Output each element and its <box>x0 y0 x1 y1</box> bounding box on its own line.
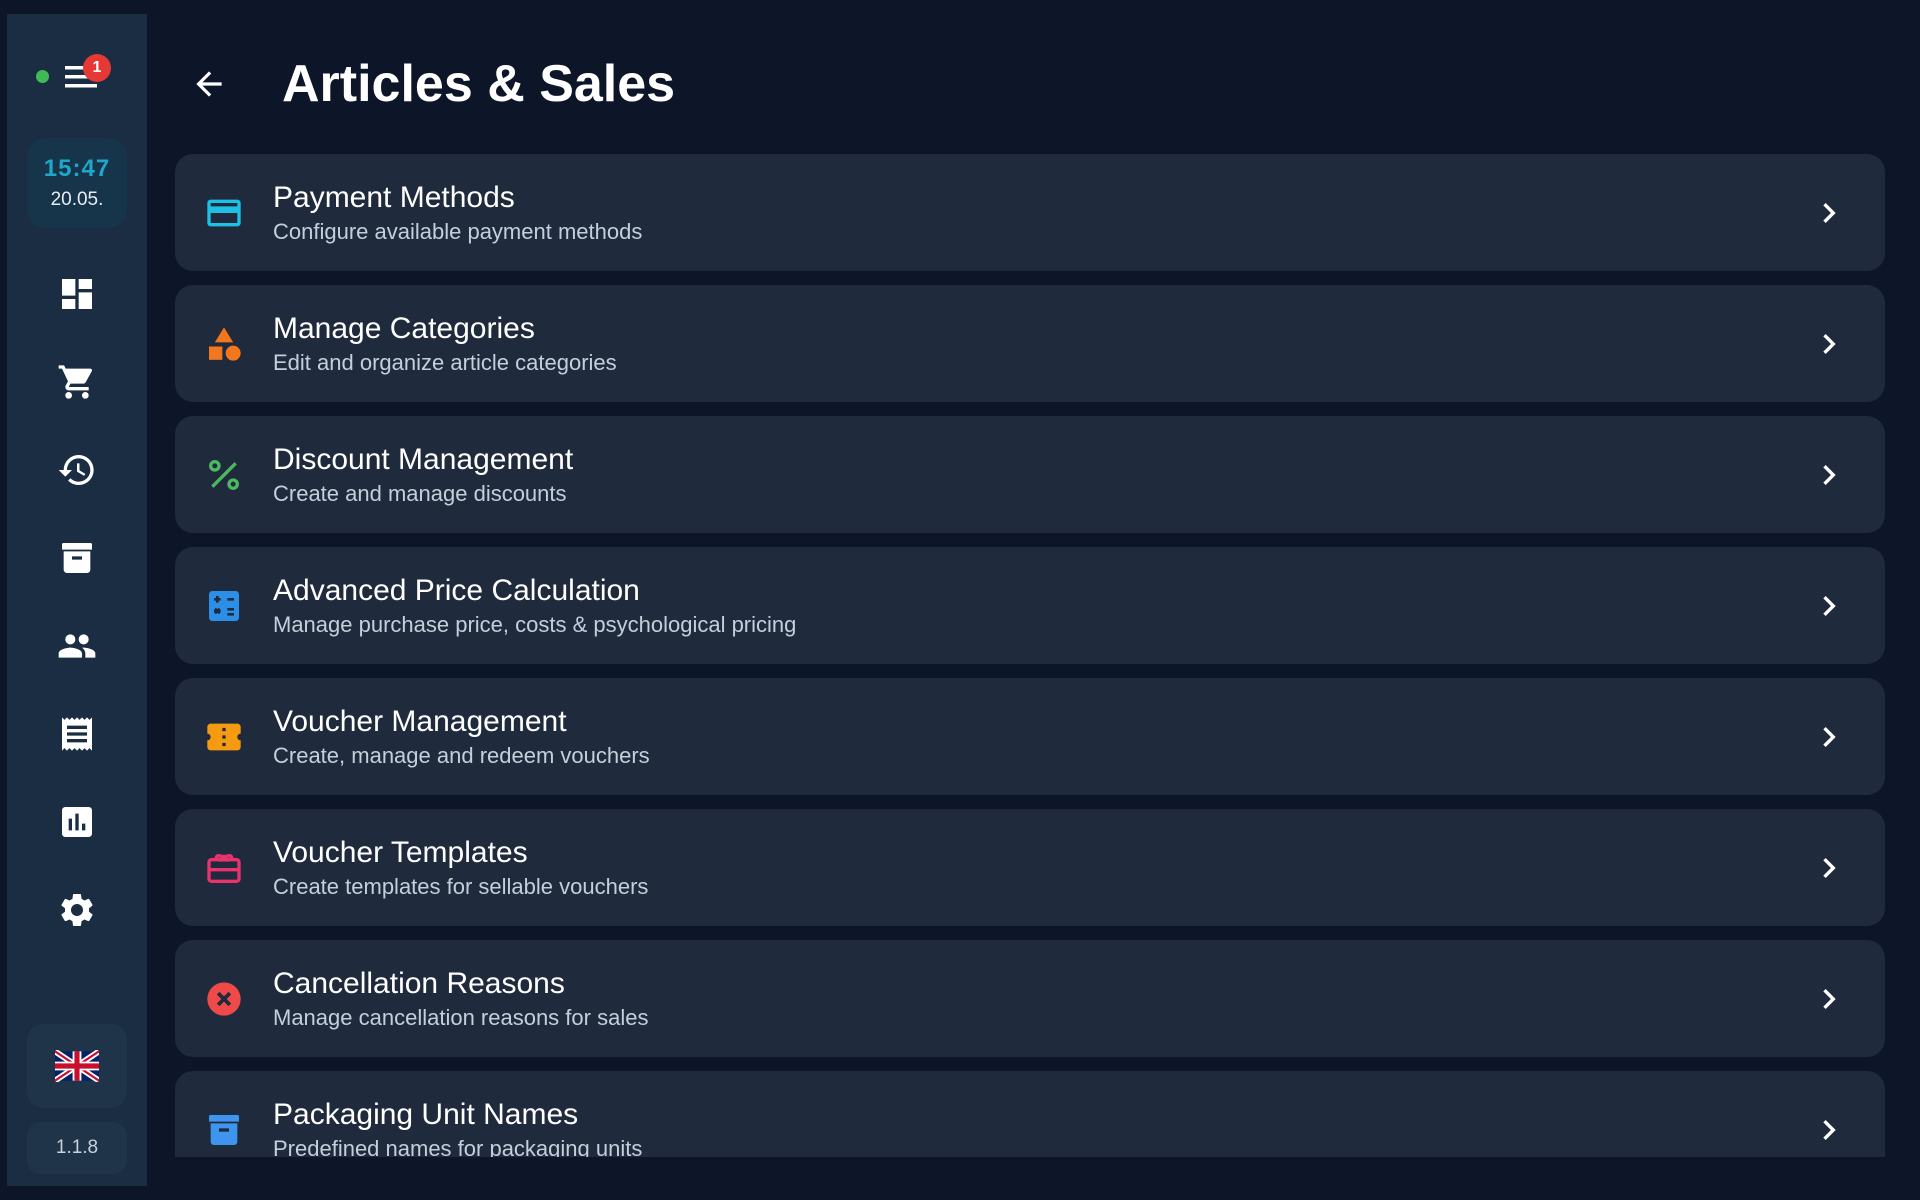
row-title: Cancellation Reasons <box>273 966 565 1000</box>
chevron-right-icon <box>1823 1120 1836 1140</box>
cancel-icon <box>207 981 241 1016</box>
row-subtitle: Predefined names for packaging units <box>273 1135 643 1158</box>
row-title: Payment Methods <box>273 180 515 214</box>
chevron-right-icon <box>1823 989 1836 1009</box>
row-subtitle: Edit and organize article categories <box>273 349 617 375</box>
language-button[interactable] <box>27 1024 127 1108</box>
settings-row-payment-methods[interactable]: Payment Methods Configure available paym… <box>175 154 1885 271</box>
settings-row-voucher-templates[interactable]: Voucher Templates Create templates for s… <box>175 809 1885 926</box>
sidebar: 1 15:47 20.05. 1.1.8 <box>7 14 147 1186</box>
row-subtitle: Create, manage and redeem vouchers <box>273 742 650 768</box>
row-title: Advanced Price Calculation <box>273 573 640 607</box>
sidebar-nav <box>37 250 117 954</box>
app: 1 15:47 20.05. 1.1.8 Articles & Sales Pa… <box>0 0 1920 1200</box>
chevron-right-icon <box>1823 334 1836 354</box>
calculator-icon <box>209 590 239 621</box>
nav-archive[interactable] <box>37 514 117 602</box>
clock-time: 15:47 <box>43 155 111 182</box>
sidebar-bottom: 1.1.8 <box>7 1024 147 1186</box>
nav-cart[interactable] <box>37 338 117 426</box>
archive-icon <box>62 543 92 573</box>
chevron-right-icon <box>1823 465 1836 485</box>
settings-row-packaging-unit-names[interactable]: Packaging Unit Names Predefined names fo… <box>175 1071 1885 1157</box>
shapes-icon <box>209 326 241 361</box>
receipt-icon <box>62 717 92 751</box>
row-title: Manage Categories <box>273 311 535 345</box>
people-icon <box>58 634 96 658</box>
settings-row-discount-management[interactable]: Discount Management Create and manage di… <box>175 416 1885 533</box>
chevron-right-icon <box>1823 596 1836 616</box>
credit-card-icon <box>207 199 241 226</box>
row-title: Voucher Templates <box>273 835 528 869</box>
notification-badge: 1 <box>83 54 111 82</box>
row-subtitle: Manage cancellation reasons for sales <box>273 1004 649 1030</box>
dashboard-icon <box>62 279 92 309</box>
row-subtitle: Create and manage discounts <box>273 480 567 506</box>
chevron-right-icon <box>1823 203 1836 223</box>
nav-receipts[interactable] <box>37 690 117 778</box>
row-subtitle: Manage purchase price, costs & psycholog… <box>273 611 797 637</box>
arrow-left-icon <box>196 71 222 97</box>
row-subtitle: Create templates for sellable vouchers <box>273 873 649 899</box>
settings-row-manage-categories[interactable]: Manage Categories Edit and organize arti… <box>175 285 1885 402</box>
nav-settings[interactable] <box>37 866 117 954</box>
row-title: Discount Management <box>273 442 574 476</box>
page-title: Articles & Sales <box>282 55 676 113</box>
gift-card-icon <box>207 853 241 883</box>
app-version: 1.1.8 <box>27 1122 127 1174</box>
online-status-dot <box>36 70 49 83</box>
clock-widget: 15:47 20.05. <box>27 138 127 228</box>
row-title: Packaging Unit Names <box>273 1097 579 1131</box>
archive-box-icon <box>209 1114 239 1145</box>
cart-icon <box>58 365 93 399</box>
clock-date: 20.05. <box>50 189 104 210</box>
sidebar-top: 1 <box>7 14 147 102</box>
chevron-right-icon <box>1823 727 1836 747</box>
chevron-right-icon <box>1823 858 1836 878</box>
row-title: Voucher Management <box>273 704 567 738</box>
back-button[interactable] <box>190 48 246 120</box>
settings-row-voucher-management[interactable]: Voucher Management Create, manage and re… <box>175 678 1885 795</box>
gear-icon <box>61 894 93 926</box>
percent-icon <box>209 459 239 490</box>
nav-customers[interactable] <box>37 602 117 690</box>
nav-reports[interactable] <box>37 778 117 866</box>
settings-list: Payment Methods Configure available paym… <box>175 154 1885 1157</box>
row-subtitle: Configure available payment methods <box>273 218 643 244</box>
nav-dashboard[interactable] <box>37 250 117 338</box>
uk-flag-icon <box>55 1050 99 1082</box>
ticket-icon <box>207 723 241 750</box>
history-icon <box>58 455 94 485</box>
nav-history[interactable] <box>37 426 117 514</box>
settings-row-cancellation-reasons[interactable]: Cancellation Reasons Manage cancellation… <box>175 940 1885 1057</box>
page-header: Articles & Sales <box>190 48 675 120</box>
settings-row-advanced-price-calculation[interactable]: Advanced Price Calculation Manage purcha… <box>175 547 1885 664</box>
bar-chart-icon <box>62 807 92 837</box>
